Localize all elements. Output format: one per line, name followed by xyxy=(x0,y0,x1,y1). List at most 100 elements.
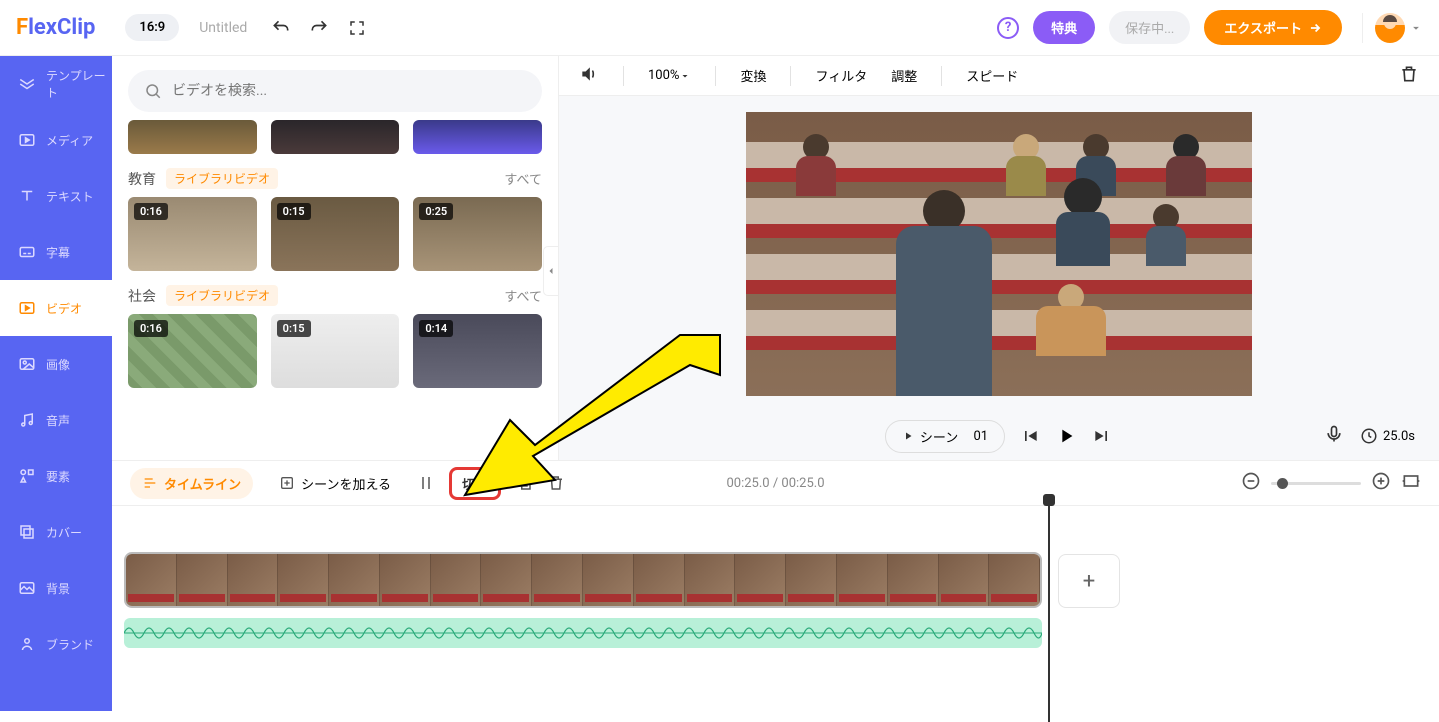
mic-icon xyxy=(1324,424,1344,444)
scene-pill[interactable]: シーン 01 xyxy=(885,420,1005,453)
perks-button[interactable]: 特典 xyxy=(1033,11,1095,44)
thumb-row-partial xyxy=(128,120,542,154)
timeline: 01 + xyxy=(112,506,1439,711)
media-icon xyxy=(18,131,36,149)
user-menu[interactable] xyxy=(1362,13,1423,43)
audio-icon xyxy=(18,411,36,429)
plus-box-icon xyxy=(279,475,295,491)
duration-display: 25.0s xyxy=(1360,427,1415,445)
export-button[interactable]: エクスポート xyxy=(1204,10,1342,45)
category-all-link[interactable]: すべて xyxy=(504,286,542,305)
sidebar-item-templates[interactable]: テンプレート xyxy=(0,56,112,112)
help-icon[interactable]: ? xyxy=(997,17,1019,39)
delete-button[interactable] xyxy=(1399,64,1419,88)
logo: FlexClip xyxy=(16,15,95,40)
sidebar-item-image[interactable]: 画像 xyxy=(0,336,112,392)
split-button[interactable] xyxy=(417,474,435,492)
category-header-society: 社会 ライブラリビデオ すべて xyxy=(128,285,542,306)
undo-button[interactable] xyxy=(271,18,291,38)
play-small-icon xyxy=(902,430,914,442)
aspect-ratio-pill[interactable]: 16:9 xyxy=(125,14,179,41)
image-icon xyxy=(18,355,36,373)
mic-button[interactable] xyxy=(1324,424,1344,448)
category-tag[interactable]: ライブラリビデオ xyxy=(166,285,278,306)
search-icon xyxy=(144,82,162,100)
templates-icon xyxy=(18,75,36,93)
play-button[interactable] xyxy=(1055,425,1077,447)
sidebar: テンプレート メディア テキスト 字幕 ビデオ 画像 音声 要素 カバー 背景 … xyxy=(0,56,112,711)
waveform xyxy=(124,618,1042,648)
subtitles-icon xyxy=(18,243,36,261)
collapse-panel-button[interactable] xyxy=(543,246,558,296)
video-thumb[interactable] xyxy=(271,120,400,154)
chevron-down-icon xyxy=(679,70,691,82)
brand-icon xyxy=(18,635,36,653)
delete-clip-button[interactable] xyxy=(547,474,565,492)
add-scene-tile[interactable]: + xyxy=(1058,554,1120,608)
background-icon xyxy=(18,579,36,597)
canvas-wrap xyxy=(559,96,1439,412)
sidebar-item-subtitles[interactable]: 字幕 xyxy=(0,224,112,280)
playhead[interactable] xyxy=(1048,496,1050,722)
redo-button[interactable] xyxy=(309,18,329,38)
audio-track[interactable] xyxy=(124,618,1042,648)
zoom-out-button[interactable] xyxy=(1241,471,1261,495)
duplicate-button[interactable] xyxy=(515,474,533,492)
sidebar-item-background[interactable]: 背景 xyxy=(0,560,112,616)
search-box[interactable] xyxy=(128,70,542,112)
zoom-in-button[interactable] xyxy=(1371,471,1391,495)
sidebar-item-cover[interactable]: カバー xyxy=(0,504,112,560)
thumb-row-education: 0:16 0:15 0:25 xyxy=(128,197,542,271)
video-thumb[interactable] xyxy=(128,120,257,154)
fullscreen-button[interactable] xyxy=(347,18,367,38)
volume-button[interactable] xyxy=(579,64,599,88)
player-bar: シーン 01 25.0s xyxy=(559,412,1439,460)
video-thumb[interactable]: 0:16 xyxy=(128,314,257,388)
timeline-ruler[interactable] xyxy=(124,522,1427,542)
timeline-mode-button[interactable]: タイムライン xyxy=(130,468,253,499)
trash-icon xyxy=(1399,64,1419,84)
search-input[interactable] xyxy=(172,83,526,99)
volume-icon xyxy=(579,64,599,84)
zoom-level[interactable]: 100% xyxy=(648,68,691,83)
category-name: 社会 xyxy=(128,286,156,306)
video-thumb[interactable]: 0:25 xyxy=(413,197,542,271)
category-all-link[interactable]: すべて xyxy=(504,169,542,188)
tab-adjust[interactable]: 調整 xyxy=(891,66,917,85)
timeline-time: 00:25.0 / 00:25.0 xyxy=(726,476,824,491)
tab-filter[interactable]: フィルタ xyxy=(815,66,867,85)
chevron-left-icon xyxy=(545,265,557,277)
video-thumb[interactable]: 0:14 xyxy=(413,314,542,388)
sidebar-item-media[interactable]: メディア xyxy=(0,112,112,168)
timeline-zoom xyxy=(1241,471,1421,495)
sidebar-item-elements[interactable]: 要素 xyxy=(0,448,112,504)
fit-button[interactable] xyxy=(1401,471,1421,495)
cut-button[interactable]: 切る xyxy=(449,467,501,500)
video-thumb[interactable]: 0:15 xyxy=(271,314,400,388)
video-track[interactable]: 01 xyxy=(124,552,1042,608)
sidebar-item-brand[interactable]: ブランド xyxy=(0,616,112,672)
project-title[interactable]: Untitled xyxy=(199,20,247,36)
video-thumb[interactable]: 0:15 xyxy=(271,197,400,271)
zoom-slider[interactable] xyxy=(1271,482,1361,485)
prev-button[interactable] xyxy=(1019,425,1041,447)
thumb-row-society: 0:16 0:15 0:14 xyxy=(128,314,542,388)
saving-status: 保存中... xyxy=(1109,11,1190,44)
preview-toolbar: 100% 変換 フィルタ 調整 スピード xyxy=(559,56,1439,96)
timeline-icon xyxy=(142,475,158,491)
video-thumb[interactable] xyxy=(413,120,542,154)
sidebar-item-video[interactable]: ビデオ xyxy=(0,280,112,336)
next-button[interactable] xyxy=(1091,425,1113,447)
tab-speed[interactable]: スピード xyxy=(966,66,1018,85)
cover-icon xyxy=(18,523,36,541)
video-thumb[interactable]: 0:16 xyxy=(128,197,257,271)
mic-duration: 25.0s xyxy=(1324,424,1415,448)
tab-transform[interactable]: 変換 xyxy=(740,66,766,85)
category-tag[interactable]: ライブラリビデオ xyxy=(166,168,278,189)
add-scene-button[interactable]: シーンを加える xyxy=(267,468,403,499)
preview-canvas[interactable] xyxy=(746,112,1252,396)
clock-icon xyxy=(1360,427,1378,445)
sidebar-item-audio[interactable]: 音声 xyxy=(0,392,112,448)
sidebar-item-text[interactable]: テキスト xyxy=(0,168,112,224)
chevron-down-icon xyxy=(1409,21,1423,35)
